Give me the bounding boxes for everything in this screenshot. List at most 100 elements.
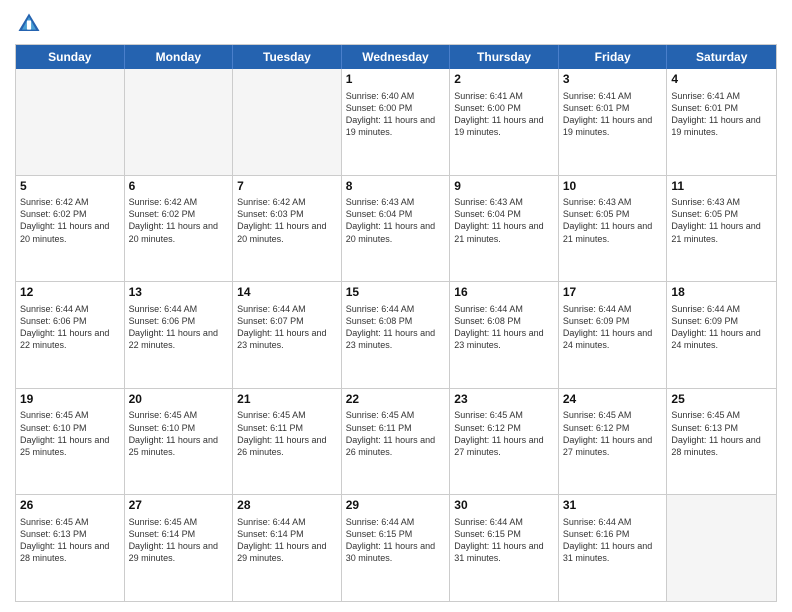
day-info: Sunrise: 6:45 AM Sunset: 6:11 PM Dayligh…: [237, 409, 337, 458]
day-number: 31: [563, 498, 663, 514]
day-info: Sunrise: 6:44 AM Sunset: 6:08 PM Dayligh…: [454, 303, 554, 352]
header-day-wednesday: Wednesday: [342, 45, 451, 69]
calendar-day-28: 28 Sunrise: 6:44 AM Sunset: 6:14 PM Dayli…: [233, 495, 342, 601]
day-info: Sunrise: 6:41 AM Sunset: 6:00 PM Dayligh…: [454, 90, 554, 139]
calendar-day-31: 31 Sunrise: 6:44 AM Sunset: 6:16 PM Dayli…: [559, 495, 668, 601]
day-number: 19: [20, 392, 120, 408]
day-number: 8: [346, 179, 446, 195]
day-info: Sunrise: 6:44 AM Sunset: 6:06 PM Dayligh…: [20, 303, 120, 352]
calendar-day-17: 17 Sunrise: 6:44 AM Sunset: 6:09 PM Dayli…: [559, 282, 668, 388]
day-number: 5: [20, 179, 120, 195]
calendar-day-13: 13 Sunrise: 6:44 AM Sunset: 6:06 PM Dayli…: [125, 282, 234, 388]
day-info: Sunrise: 6:44 AM Sunset: 6:15 PM Dayligh…: [454, 516, 554, 565]
day-info: Sunrise: 6:45 AM Sunset: 6:11 PM Dayligh…: [346, 409, 446, 458]
day-number: 22: [346, 392, 446, 408]
header-day-friday: Friday: [559, 45, 668, 69]
day-info: Sunrise: 6:45 AM Sunset: 6:13 PM Dayligh…: [671, 409, 772, 458]
calendar-day-12: 12 Sunrise: 6:44 AM Sunset: 6:06 PM Dayli…: [16, 282, 125, 388]
header: [15, 10, 777, 38]
calendar-day-7: 7Sunrise: 6:42 AM Sunset: 6:03 PM Daylig…: [233, 176, 342, 282]
day-number: 29: [346, 498, 446, 514]
day-number: 7: [237, 179, 337, 195]
day-info: Sunrise: 6:44 AM Sunset: 6:15 PM Dayligh…: [346, 516, 446, 565]
day-info: Sunrise: 6:44 AM Sunset: 6:16 PM Dayligh…: [563, 516, 663, 565]
day-info: Sunrise: 6:44 AM Sunset: 6:06 PM Dayligh…: [129, 303, 229, 352]
day-info: Sunrise: 6:43 AM Sunset: 6:05 PM Dayligh…: [563, 196, 663, 245]
calendar-day-20: 20Sunrise: 6:45 AM Sunset: 6:10 PM Dayli…: [125, 389, 234, 495]
calendar-day-30: 30 Sunrise: 6:44 AM Sunset: 6:15 PM Dayli…: [450, 495, 559, 601]
day-number: 9: [454, 179, 554, 195]
calendar-day-23: 23Sunrise: 6:45 AM Sunset: 6:12 PM Dayli…: [450, 389, 559, 495]
calendar-day-16: 16 Sunrise: 6:44 AM Sunset: 6:08 PM Dayli…: [450, 282, 559, 388]
day-number: 6: [129, 179, 229, 195]
day-info: Sunrise: 6:40 AM Sunset: 6:00 PM Dayligh…: [346, 90, 446, 139]
day-info: Sunrise: 6:45 AM Sunset: 6:10 PM Dayligh…: [20, 409, 120, 458]
calendar-day-1: 1 Sunrise: 6:40 AM Sunset: 6:00 PM Daylig…: [342, 69, 451, 175]
calendar-day-25: 25Sunrise: 6:45 AM Sunset: 6:13 PM Dayli…: [667, 389, 776, 495]
logo-icon: [15, 10, 43, 38]
day-number: 16: [454, 285, 554, 301]
day-number: 3: [563, 72, 663, 88]
day-number: 23: [454, 392, 554, 408]
calendar-empty-cell: [667, 495, 776, 601]
day-number: 12: [20, 285, 120, 301]
calendar-day-15: 15Sunrise: 6:44 AM Sunset: 6:08 PM Dayli…: [342, 282, 451, 388]
calendar-day-4: 4 Sunrise: 6:41 AM Sunset: 6:01 PM Daylig…: [667, 69, 776, 175]
calendar-day-22: 22Sunrise: 6:45 AM Sunset: 6:11 PM Dayli…: [342, 389, 451, 495]
logo: [15, 10, 45, 38]
day-number: 20: [129, 392, 229, 408]
day-number: 18: [671, 285, 772, 301]
day-number: 30: [454, 498, 554, 514]
calendar-day-10: 10Sunrise: 6:43 AM Sunset: 6:05 PM Dayli…: [559, 176, 668, 282]
day-number: 24: [563, 392, 663, 408]
day-number: 17: [563, 285, 663, 301]
calendar-week-3: 19Sunrise: 6:45 AM Sunset: 6:10 PM Dayli…: [16, 388, 776, 495]
day-info: Sunrise: 6:44 AM Sunset: 6:14 PM Dayligh…: [237, 516, 337, 565]
day-number: 27: [129, 498, 229, 514]
calendar-day-19: 19Sunrise: 6:45 AM Sunset: 6:10 PM Dayli…: [16, 389, 125, 495]
calendar-day-14: 14 Sunrise: 6:44 AM Sunset: 6:07 PM Dayli…: [233, 282, 342, 388]
day-number: 10: [563, 179, 663, 195]
day-number: 4: [671, 72, 772, 88]
header-day-monday: Monday: [125, 45, 234, 69]
day-info: Sunrise: 6:41 AM Sunset: 6:01 PM Dayligh…: [671, 90, 772, 139]
header-day-thursday: Thursday: [450, 45, 559, 69]
page: SundayMondayTuesdayWednesdayThursdayFrid…: [0, 0, 792, 612]
calendar-day-26: 26 Sunrise: 6:45 AM Sunset: 6:13 PM Dayli…: [16, 495, 125, 601]
calendar-empty-cell: [125, 69, 234, 175]
day-info: Sunrise: 6:44 AM Sunset: 6:09 PM Dayligh…: [563, 303, 663, 352]
day-info: Sunrise: 6:45 AM Sunset: 6:12 PM Dayligh…: [454, 409, 554, 458]
day-number: 2: [454, 72, 554, 88]
calendar-week-1: 5Sunrise: 6:42 AM Sunset: 6:02 PM Daylig…: [16, 175, 776, 282]
day-number: 14: [237, 285, 337, 301]
calendar-empty-cell: [16, 69, 125, 175]
day-info: Sunrise: 6:42 AM Sunset: 6:02 PM Dayligh…: [20, 196, 120, 245]
calendar-day-24: 24Sunrise: 6:45 AM Sunset: 6:12 PM Dayli…: [559, 389, 668, 495]
day-number: 26: [20, 498, 120, 514]
calendar: SundayMondayTuesdayWednesdayThursdayFrid…: [15, 44, 777, 602]
day-number: 13: [129, 285, 229, 301]
day-info: Sunrise: 6:43 AM Sunset: 6:05 PM Dayligh…: [671, 196, 772, 245]
header-day-tuesday: Tuesday: [233, 45, 342, 69]
calendar-day-29: 29 Sunrise: 6:44 AM Sunset: 6:15 PM Dayli…: [342, 495, 451, 601]
day-info: Sunrise: 6:42 AM Sunset: 6:03 PM Dayligh…: [237, 196, 337, 245]
day-info: Sunrise: 6:41 AM Sunset: 6:01 PM Dayligh…: [563, 90, 663, 139]
day-info: Sunrise: 6:43 AM Sunset: 6:04 PM Dayligh…: [454, 196, 554, 245]
day-info: Sunrise: 6:42 AM Sunset: 6:02 PM Dayligh…: [129, 196, 229, 245]
day-info: Sunrise: 6:43 AM Sunset: 6:04 PM Dayligh…: [346, 196, 446, 245]
day-info: Sunrise: 6:45 AM Sunset: 6:13 PM Dayligh…: [20, 516, 120, 565]
day-info: Sunrise: 6:44 AM Sunset: 6:08 PM Dayligh…: [346, 303, 446, 352]
calendar-empty-cell: [233, 69, 342, 175]
header-day-saturday: Saturday: [667, 45, 776, 69]
calendar-day-11: 11Sunrise: 6:43 AM Sunset: 6:05 PM Dayli…: [667, 176, 776, 282]
calendar-body: 1 Sunrise: 6:40 AM Sunset: 6:00 PM Daylig…: [16, 69, 776, 601]
calendar-week-4: 26 Sunrise: 6:45 AM Sunset: 6:13 PM Dayli…: [16, 494, 776, 601]
day-number: 1: [346, 72, 446, 88]
day-info: Sunrise: 6:44 AM Sunset: 6:09 PM Dayligh…: [671, 303, 772, 352]
day-number: 28: [237, 498, 337, 514]
calendar-day-9: 9Sunrise: 6:43 AM Sunset: 6:04 PM Daylig…: [450, 176, 559, 282]
day-number: 25: [671, 392, 772, 408]
day-info: Sunrise: 6:44 AM Sunset: 6:07 PM Dayligh…: [237, 303, 337, 352]
day-info: Sunrise: 6:45 AM Sunset: 6:14 PM Dayligh…: [129, 516, 229, 565]
calendar-header: SundayMondayTuesdayWednesdayThursdayFrid…: [16, 45, 776, 69]
